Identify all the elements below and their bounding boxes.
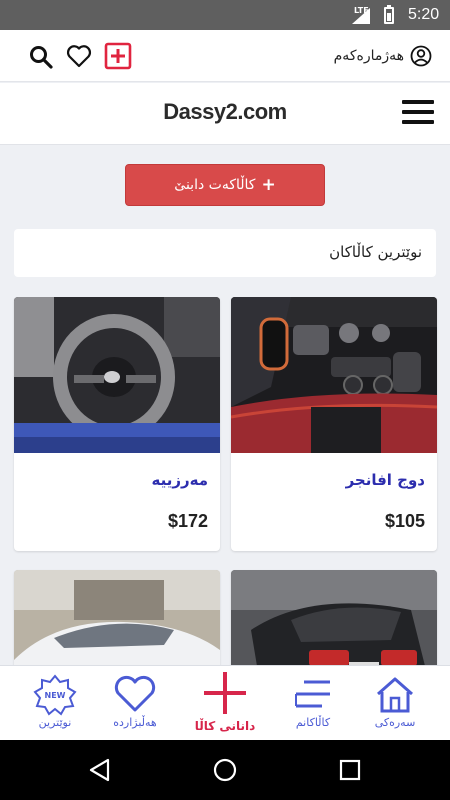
product-price: $105 <box>384 511 425 531</box>
product-card[interactable]: دوج افانجر $105 <box>231 297 437 551</box>
recents-icon[interactable] <box>338 758 362 782</box>
product-card[interactable] <box>231 570 437 667</box>
home-icon <box>377 677 413 713</box>
nav-my-products[interactable]: کاڵاکانم <box>268 666 358 741</box>
site-header: Dassy2.com <box>0 83 450 145</box>
add-product-label: کاڵاکەت دابنێ <box>174 177 256 193</box>
user-circle-icon <box>410 45 432 67</box>
my-products-icon <box>295 680 330 708</box>
nav-label: دانانی کاڵا <box>194 719 256 733</box>
add-box-icon[interactable] <box>104 42 132 70</box>
product-image[interactable] <box>14 297 220 453</box>
site-logo[interactable]: Dassy2.com <box>0 99 450 125</box>
product-name[interactable]: دوج افانجر <box>346 471 425 489</box>
nav-home[interactable]: سەرەکی <box>350 666 440 741</box>
network-label: LTE <box>354 6 369 15</box>
home-circle-icon[interactable] <box>213 758 237 782</box>
bottom-navigation: سەرەکی کاڵاکانم دانانی کاڵا هەڵبژاردە NE… <box>0 665 450 740</box>
nav-label: سەرەکی <box>374 716 416 729</box>
nav-label: نوێترین <box>38 716 72 729</box>
new-badge-icon: NEW <box>33 674 77 716</box>
add-product-button[interactable]: + کاڵاکەت دابنێ <box>125 164 325 206</box>
latest-products-heading: نوێترین کاڵاکان <box>14 229 436 277</box>
product-name[interactable]: مەرزییە <box>151 471 208 489</box>
account-link[interactable]: هەژمارەکەم <box>334 44 432 68</box>
heart-icon <box>114 675 156 712</box>
add-icon <box>204 672 246 714</box>
nav-add-product[interactable]: دانانی کاڵا <box>180 666 270 741</box>
product-image[interactable] <box>231 297 437 453</box>
product-card[interactable]: مەرزییە $172 <box>14 297 220 551</box>
nav-label: هەڵبژاردە <box>113 716 157 729</box>
heart-icon[interactable] <box>66 44 92 68</box>
status-bar: LTE 5:20 <box>0 0 450 30</box>
new-badge-text: NEW <box>45 691 66 700</box>
plus-icon: + <box>261 175 276 195</box>
back-icon[interactable] <box>88 758 112 782</box>
product-grid: دوج افانجر $105 مەرزییە $172 <box>0 297 450 667</box>
nav-newest[interactable]: NEW نوێترین <box>10 666 100 741</box>
search-icon[interactable] <box>28 44 54 70</box>
nav-label: کاڵاکانم <box>295 716 331 729</box>
top-bar: هەژمارەکەم <box>0 30 450 82</box>
account-label: هەژمارەکەم <box>333 48 404 64</box>
hamburger-icon[interactable] <box>402 100 434 126</box>
product-image[interactable] <box>14 570 220 667</box>
product-price: $172 <box>167 511 208 531</box>
system-navigation-bar <box>0 740 450 800</box>
nav-favorites[interactable]: هەڵبژاردە <box>90 666 180 741</box>
clock: 5:20 <box>408 6 440 23</box>
battery-icon <box>384 5 394 24</box>
product-image[interactable] <box>231 570 437 667</box>
product-card[interactable] <box>14 570 220 667</box>
section-title: نوێترین کاڵاکان <box>329 243 422 261</box>
